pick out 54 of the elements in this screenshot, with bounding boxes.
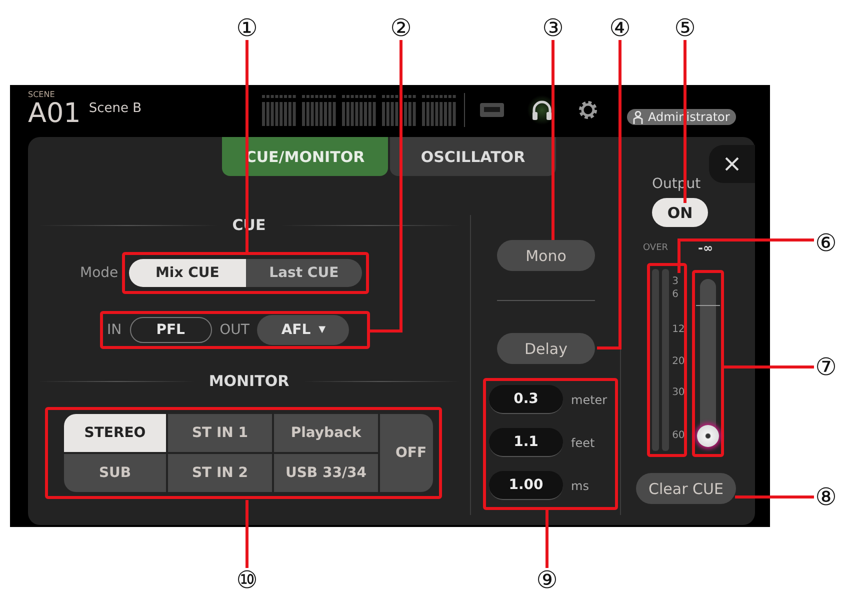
over-label: OVER — [643, 243, 668, 253]
monitor-source-button[interactable]: ST IN 1 — [168, 414, 272, 452]
unit-label: meter — [571, 392, 608, 406]
monitor-off-button[interactable]: OFF — [380, 414, 433, 492]
unit-label: feet — [571, 436, 595, 450]
callout-number: ⑧ — [814, 483, 838, 511]
unit-label: ms — [571, 478, 589, 492]
headphones-icon[interactable] — [531, 99, 553, 121]
fader-knob[interactable] — [697, 425, 719, 447]
scene-number: A01 — [28, 99, 81, 129]
monitor-source-button[interactable]: STEREO — [64, 414, 166, 452]
monitor-source-button[interactable]: ST IN 2 — [168, 454, 272, 492]
delay-button[interactable]: Delay — [497, 333, 595, 364]
mode-button[interactable]: Last CUE — [246, 259, 362, 287]
meter-scale-label: 20 — [672, 356, 685, 368]
scene-label: SCENE — [28, 91, 56, 99]
clear-cue-button[interactable]: Clear CUE — [636, 473, 736, 504]
section-heading: MONITOR — [208, 372, 290, 390]
callout-number: ⑨ — [535, 566, 559, 594]
callout-number: ⑥ — [814, 229, 838, 257]
tab[interactable]: OSCILLATOR — [390, 137, 556, 176]
out-label: OUT — [220, 322, 250, 338]
callout-number: ④ — [608, 14, 632, 42]
meter-scale-label: 3 — [672, 276, 678, 287]
delay-value-field[interactable]: 1.1 — [489, 428, 563, 457]
mono-button[interactable]: Mono — [497, 240, 595, 271]
in-button[interactable]: PFL — [130, 317, 212, 343]
delay-value-field[interactable]: 0.3 — [489, 385, 563, 414]
mode-button[interactable]: Mix CUE — [129, 259, 246, 287]
monitor-source-button[interactable]: SUB — [64, 454, 166, 492]
meter-scale-label: 6 — [672, 289, 678, 300]
person-icon — [633, 110, 643, 124]
callout-number: ① — [235, 14, 259, 42]
meter-scale-label: 60 — [672, 430, 685, 442]
callout-number: ② — [389, 14, 413, 42]
delay-value-field[interactable]: 1.00 — [489, 471, 563, 500]
in-label: IN — [107, 322, 122, 338]
close-button[interactable] — [709, 145, 755, 183]
meter-scale-label: 30 — [672, 387, 685, 398]
close-icon — [725, 157, 739, 171]
fader-reading: -∞ — [698, 241, 714, 255]
callout-number: ③ — [541, 14, 565, 42]
mode-label: Mode — [80, 265, 118, 281]
callout-number: ⑤ — [673, 14, 697, 42]
out-dropdown[interactable]: AFL ▼ — [257, 315, 350, 345]
tab[interactable]: CUE/MONITOR — [222, 137, 388, 176]
callout-number: ⑦ — [814, 353, 838, 381]
monitor-source-button[interactable]: USB 33/34 — [274, 454, 378, 492]
settings-icon[interactable] — [577, 99, 599, 121]
monitor-source-button[interactable]: Playback — [274, 414, 378, 452]
scene-name: Scene B — [88, 101, 142, 116]
meter-scale-label: 12 — [672, 324, 685, 335]
output-on-button[interactable]: ON — [652, 198, 708, 227]
callout-number: ⑩ — [235, 566, 259, 594]
